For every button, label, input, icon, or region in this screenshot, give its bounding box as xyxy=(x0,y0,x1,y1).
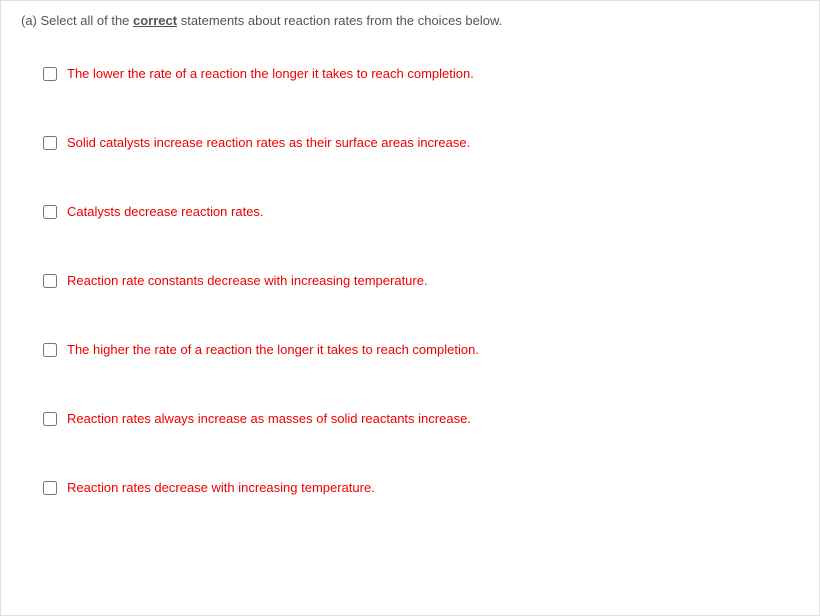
option-checkbox[interactable] xyxy=(43,343,57,357)
option-row: The lower the rate of a reaction the lon… xyxy=(43,66,799,81)
option-label: Reaction rates always increase as masses… xyxy=(67,411,471,426)
option-checkbox[interactable] xyxy=(43,481,57,495)
option-row: Catalysts decrease reaction rates. xyxy=(43,204,799,219)
question-part-label: (a) xyxy=(21,13,37,28)
options-list: The lower the rate of a reaction the lon… xyxy=(21,66,799,495)
option-label: Catalysts decrease reaction rates. xyxy=(67,204,264,219)
prompt-text-before: Select all of the xyxy=(41,13,134,28)
option-checkbox[interactable] xyxy=(43,136,57,150)
option-row: Reaction rates decrease with increasing … xyxy=(43,480,799,495)
option-label: The higher the rate of a reaction the lo… xyxy=(67,342,479,357)
option-checkbox[interactable] xyxy=(43,274,57,288)
prompt-text-after: statements about reaction rates from the… xyxy=(177,13,502,28)
option-label: Reaction rates decrease with increasing … xyxy=(67,480,375,495)
option-row: The higher the rate of a reaction the lo… xyxy=(43,342,799,357)
option-row: Reaction rate constants decrease with in… xyxy=(43,273,799,288)
option-label: Solid catalysts increase reaction rates … xyxy=(67,135,470,150)
option-label: Reaction rate constants decrease with in… xyxy=(67,273,428,288)
question-prompt: (a) Select all of the correct statements… xyxy=(21,13,799,28)
option-checkbox[interactable] xyxy=(43,412,57,426)
option-checkbox[interactable] xyxy=(43,67,57,81)
question-container: (a) Select all of the correct statements… xyxy=(0,0,820,616)
prompt-emphasis: correct xyxy=(133,13,177,28)
option-label: The lower the rate of a reaction the lon… xyxy=(67,66,474,81)
option-row: Reaction rates always increase as masses… xyxy=(43,411,799,426)
option-checkbox[interactable] xyxy=(43,205,57,219)
option-row: Solid catalysts increase reaction rates … xyxy=(43,135,799,150)
